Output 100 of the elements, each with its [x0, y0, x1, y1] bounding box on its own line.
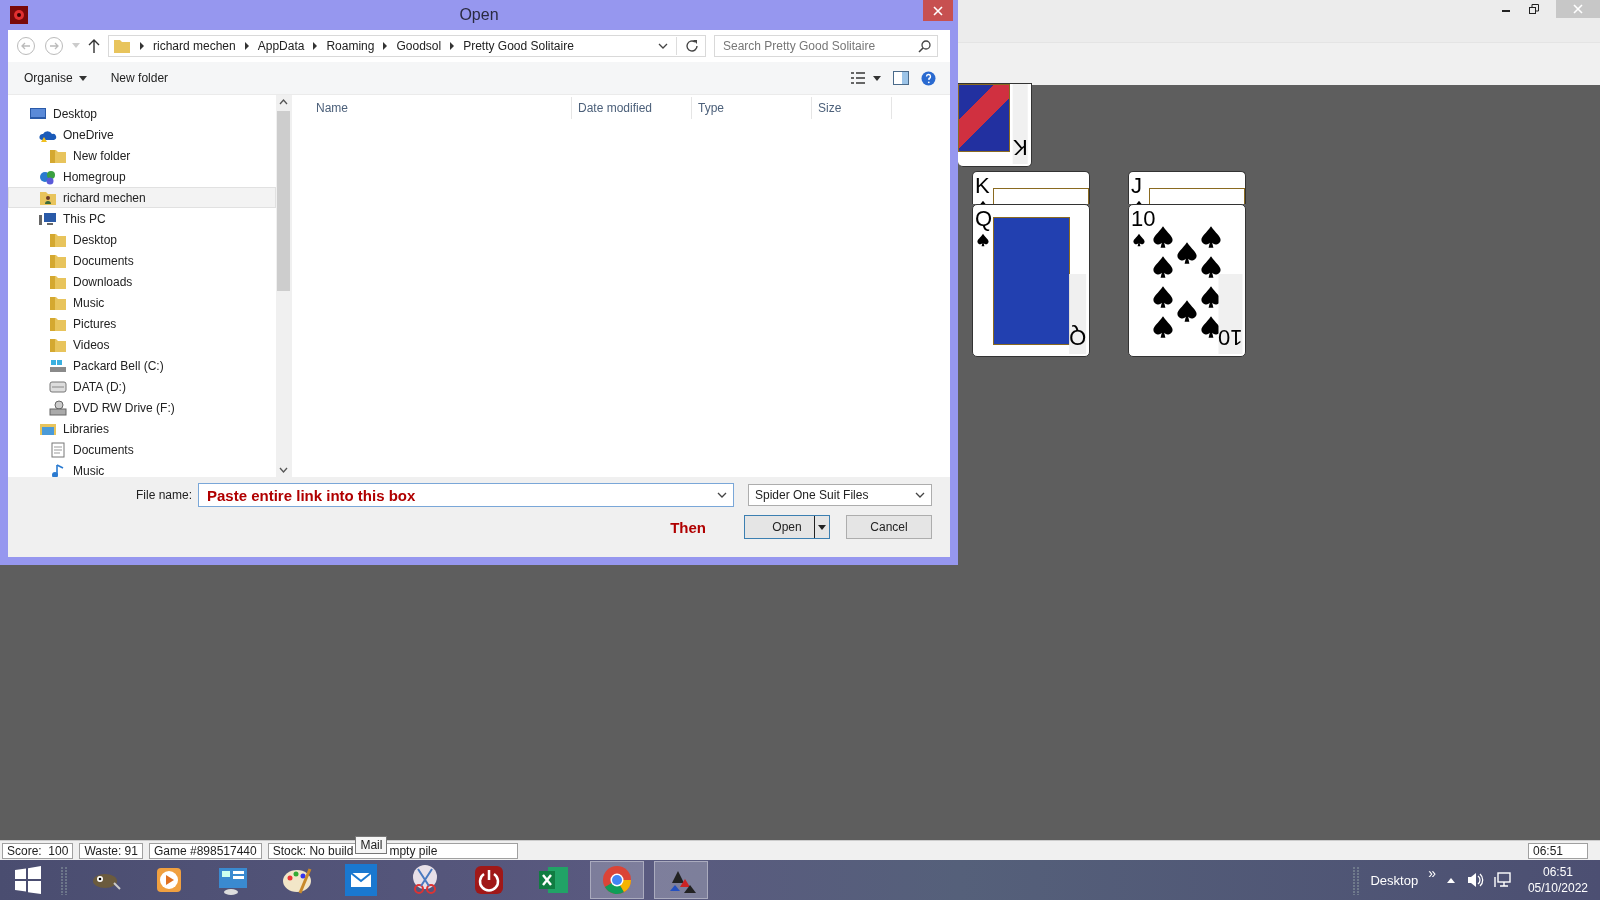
chevron-down-icon	[915, 491, 925, 499]
organise-menu[interactable]: Organise	[18, 69, 93, 87]
breadcrumb-item[interactable]: Pretty Good Solitaire	[463, 39, 574, 53]
nav-item[interactable]: Music	[8, 460, 276, 477]
nav-item[interactable]: Documents	[8, 250, 276, 271]
file-type-dropdown[interactable]: Spider One Suit Files	[748, 484, 932, 506]
grip-icon	[1352, 865, 1361, 895]
playing-card[interactable]: K	[958, 83, 1032, 167]
card-rank: 10	[1131, 208, 1156, 230]
user-folder-icon	[39, 189, 57, 206]
chevron-down-icon[interactable]	[717, 491, 727, 499]
card-rank: K	[1013, 84, 1028, 164]
nav-item[interactable]: Libraries	[8, 418, 276, 439]
column-header[interactable]: Name	[310, 97, 572, 119]
nav-item[interactable]: OneDrive	[8, 124, 276, 145]
nav-item[interactable]: Packard Bell (C:)	[8, 355, 276, 376]
open-button[interactable]: Open	[744, 515, 830, 539]
nav-item[interactable]: Documents	[8, 439, 276, 460]
status-pane: Score: 100	[2, 842, 74, 859]
nav-item[interactable]: New folder	[8, 145, 276, 166]
folder-icon	[49, 147, 67, 164]
nav-item[interactable]: Videos	[8, 334, 276, 355]
folder-icon	[49, 252, 67, 269]
scroll-up-icon[interactable]	[279, 99, 288, 105]
close-button[interactable]	[923, 0, 953, 21]
chevron-down-icon[interactable]	[658, 42, 668, 50]
up-arrow-icon[interactable]	[88, 39, 100, 53]
playing-card[interactable]: K	[972, 171, 1090, 204]
card-rank: K	[975, 175, 990, 197]
browser-icon	[600, 863, 634, 897]
column-header[interactable]: Date modified	[572, 97, 692, 119]
taskbar-clock[interactable]: 06:51 05/10/2022	[1521, 864, 1594, 896]
breadcrumb-item[interactable]: richard mechen	[153, 39, 236, 53]
nav-item[interactable]: Desktop	[8, 229, 276, 250]
nav-item[interactable]: Pictures	[8, 313, 276, 334]
breadcrumb-item[interactable]: Goodsol	[396, 39, 442, 53]
nav-item[interactable]: This PC	[8, 208, 276, 229]
toolbar-more[interactable]: »	[1428, 865, 1436, 881]
card-rank: 10	[1217, 274, 1242, 354]
folder-icon	[113, 38, 131, 54]
playing-card[interactable]: J	[1128, 171, 1246, 204]
refresh-icon[interactable]	[685, 39, 699, 53]
file-name-input[interactable]: Paste entire link into this box	[205, 485, 717, 505]
search-field[interactable]: Search Pretty Good Solitaire	[714, 35, 938, 57]
close-icon	[1572, 3, 1584, 15]
column-header[interactable]: Size	[812, 97, 892, 119]
app-icon	[10, 6, 28, 24]
playing-card[interactable]: 10 10	[1128, 204, 1246, 357]
chevron-icon	[243, 42, 250, 50]
card-rank: Q	[975, 208, 993, 230]
preview-pane-icon[interactable]	[893, 71, 909, 85]
chevron-icon	[312, 42, 319, 50]
status-text: Stock: No build	[272, 843, 354, 858]
grip-icon	[60, 865, 68, 895]
breadcrumb-item[interactable]: AppData	[257, 39, 305, 53]
clock-date: 05/10/2022	[1527, 880, 1588, 896]
help-icon[interactable]	[921, 70, 936, 86]
folder-icon	[49, 231, 67, 248]
mail-icon	[344, 863, 378, 897]
nav-item[interactable]: Homegroup	[8, 166, 276, 187]
nav-item[interactable]: Desktop	[8, 103, 276, 124]
folder-icon	[49, 294, 67, 311]
playing-card[interactable]: Q Q	[972, 204, 1090, 357]
clock-time: 06:51	[1542, 864, 1573, 880]
scrollbar[interactable]	[276, 95, 291, 477]
breadcrumb-item[interactable]: Roaming	[326, 39, 375, 53]
scroll-down-icon[interactable]	[279, 467, 288, 473]
document-icon	[49, 441, 67, 458]
instruction-text: Then	[670, 518, 706, 536]
close-icon	[933, 5, 943, 16]
view-options-icon[interactable]	[851, 71, 881, 85]
caret-icon[interactable]	[1445, 876, 1456, 884]
status-pane: Game #898517440	[148, 842, 262, 859]
window-title: Open	[459, 6, 499, 24]
nav-item[interactable]: DVD RW Drive (F:)	[8, 397, 276, 418]
column-header[interactable]: Type	[692, 97, 812, 119]
toolbar-button[interactable]: New folder	[104, 69, 175, 87]
nav-item[interactable]: DATA (D:)	[8, 376, 276, 397]
cancel-button[interactable]: Cancel	[846, 515, 932, 539]
folder-icon	[49, 273, 67, 290]
chevron-icon	[382, 42, 389, 50]
restore-icon[interactable]	[1528, 3, 1540, 15]
file-name-combobox[interactable]: Paste entire link into this box	[198, 483, 734, 507]
network-icon[interactable]	[1493, 871, 1512, 889]
nav-item[interactable]: Music	[8, 292, 276, 313]
search-icon	[918, 39, 931, 53]
nav-item[interactable]: Downloads	[8, 271, 276, 292]
chevron-icon	[449, 42, 456, 50]
nav-item[interactable]: richard mechen	[8, 187, 276, 208]
speaker-icon[interactable]	[1465, 872, 1484, 888]
caret-icon	[818, 524, 826, 530]
address-bar[interactable]: richard mechen AppData Roaming Goodsol Pretty Good Solitaire	[108, 35, 706, 57]
folder-icon	[49, 315, 67, 332]
taskbar-button[interactable]	[654, 861, 708, 899]
disc-drive-icon	[49, 399, 67, 416]
folder-icon	[49, 336, 67, 353]
desktop-toolbar-label[interactable]: Desktop	[1370, 872, 1419, 888]
status-clock: 06:51	[1528, 842, 1588, 859]
power-icon	[472, 863, 506, 897]
drive-icon	[49, 378, 67, 395]
